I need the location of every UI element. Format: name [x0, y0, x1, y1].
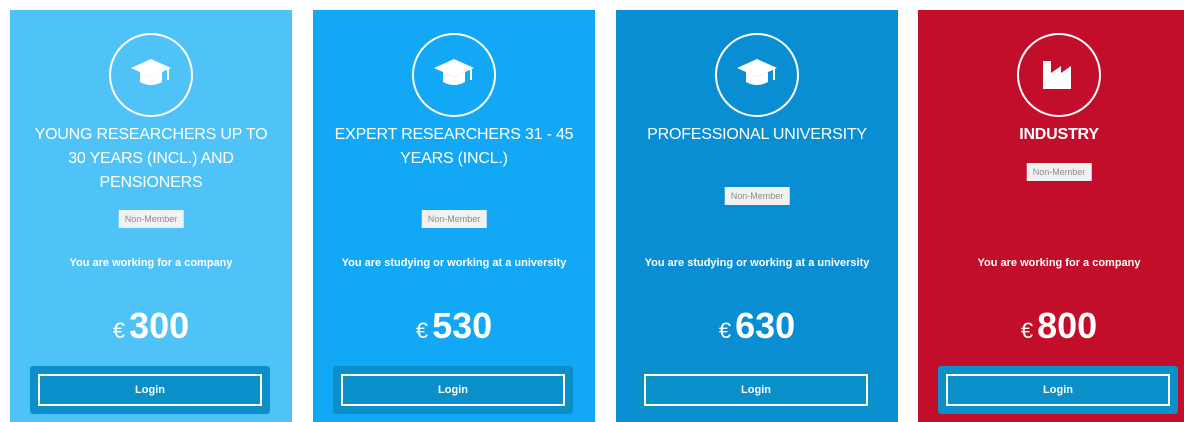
pricing-card-industry: INDUSTRY Non-Member You are working for …	[918, 10, 1184, 422]
membership-badge: Non-Member	[1026, 163, 1092, 181]
currency-symbol: €	[415, 318, 429, 343]
pricing-cards: YOUNG RESEARCHERS UP TO 30 YEARS (INCL.)…	[0, 0, 1184, 422]
membership-badge: Non-Member	[118, 210, 184, 228]
login-button[interactable]: Login	[341, 374, 565, 406]
pricing-card-professional-university: PROFESSIONAL UNIVERSITY Non-Member You a…	[616, 10, 898, 422]
card-price: €300	[10, 306, 292, 351]
graduation-cap-icon	[412, 33, 496, 117]
factory-icon	[1017, 33, 1101, 117]
price-amount: 530	[432, 305, 493, 346]
price-amount: 800	[1037, 305, 1098, 346]
price-amount: 630	[735, 305, 796, 346]
graduation-cap-icon	[109, 33, 193, 117]
currency-symbol: €	[718, 318, 732, 343]
card-description: You are studying or working at a univers…	[644, 257, 870, 269]
login-button-container: Login	[30, 366, 270, 414]
login-button[interactable]: Login	[644, 374, 868, 406]
login-button[interactable]: Login	[38, 374, 262, 406]
login-button-container: Login	[333, 366, 573, 414]
login-button-container: Login	[636, 366, 876, 414]
card-price: €630	[616, 306, 898, 351]
card-title: YOUNG RESEARCHERS UP TO 30 YEARS (INCL.)…	[34, 126, 268, 191]
login-button-container: Login	[938, 366, 1178, 414]
membership-badge: Non-Member	[421, 210, 487, 228]
card-price: €530	[313, 306, 595, 351]
login-button[interactable]: Login	[946, 374, 1170, 406]
currency-symbol: €	[112, 318, 126, 343]
card-title: INDUSTRY	[1019, 126, 1099, 143]
pricing-card-expert-researchers: EXPERT RESEARCHERS 31 - 45 YEARS (INCL.)…	[313, 10, 595, 422]
card-title: EXPERT RESEARCHERS 31 - 45 YEARS (INCL.)	[334, 126, 574, 167]
card-description: You are studying or working at a univers…	[341, 257, 567, 269]
card-description: You are working for a company	[69, 257, 233, 269]
currency-symbol: €	[1020, 318, 1034, 343]
card-price: €800	[918, 306, 1184, 351]
card-description: You are working for a company	[977, 257, 1141, 269]
graduation-cap-icon	[715, 33, 799, 117]
membership-badge: Non-Member	[724, 187, 790, 205]
card-title: PROFESSIONAL UNIVERSITY	[647, 126, 867, 143]
price-amount: 300	[129, 305, 190, 346]
pricing-card-young-researchers: YOUNG RESEARCHERS UP TO 30 YEARS (INCL.)…	[10, 10, 292, 422]
